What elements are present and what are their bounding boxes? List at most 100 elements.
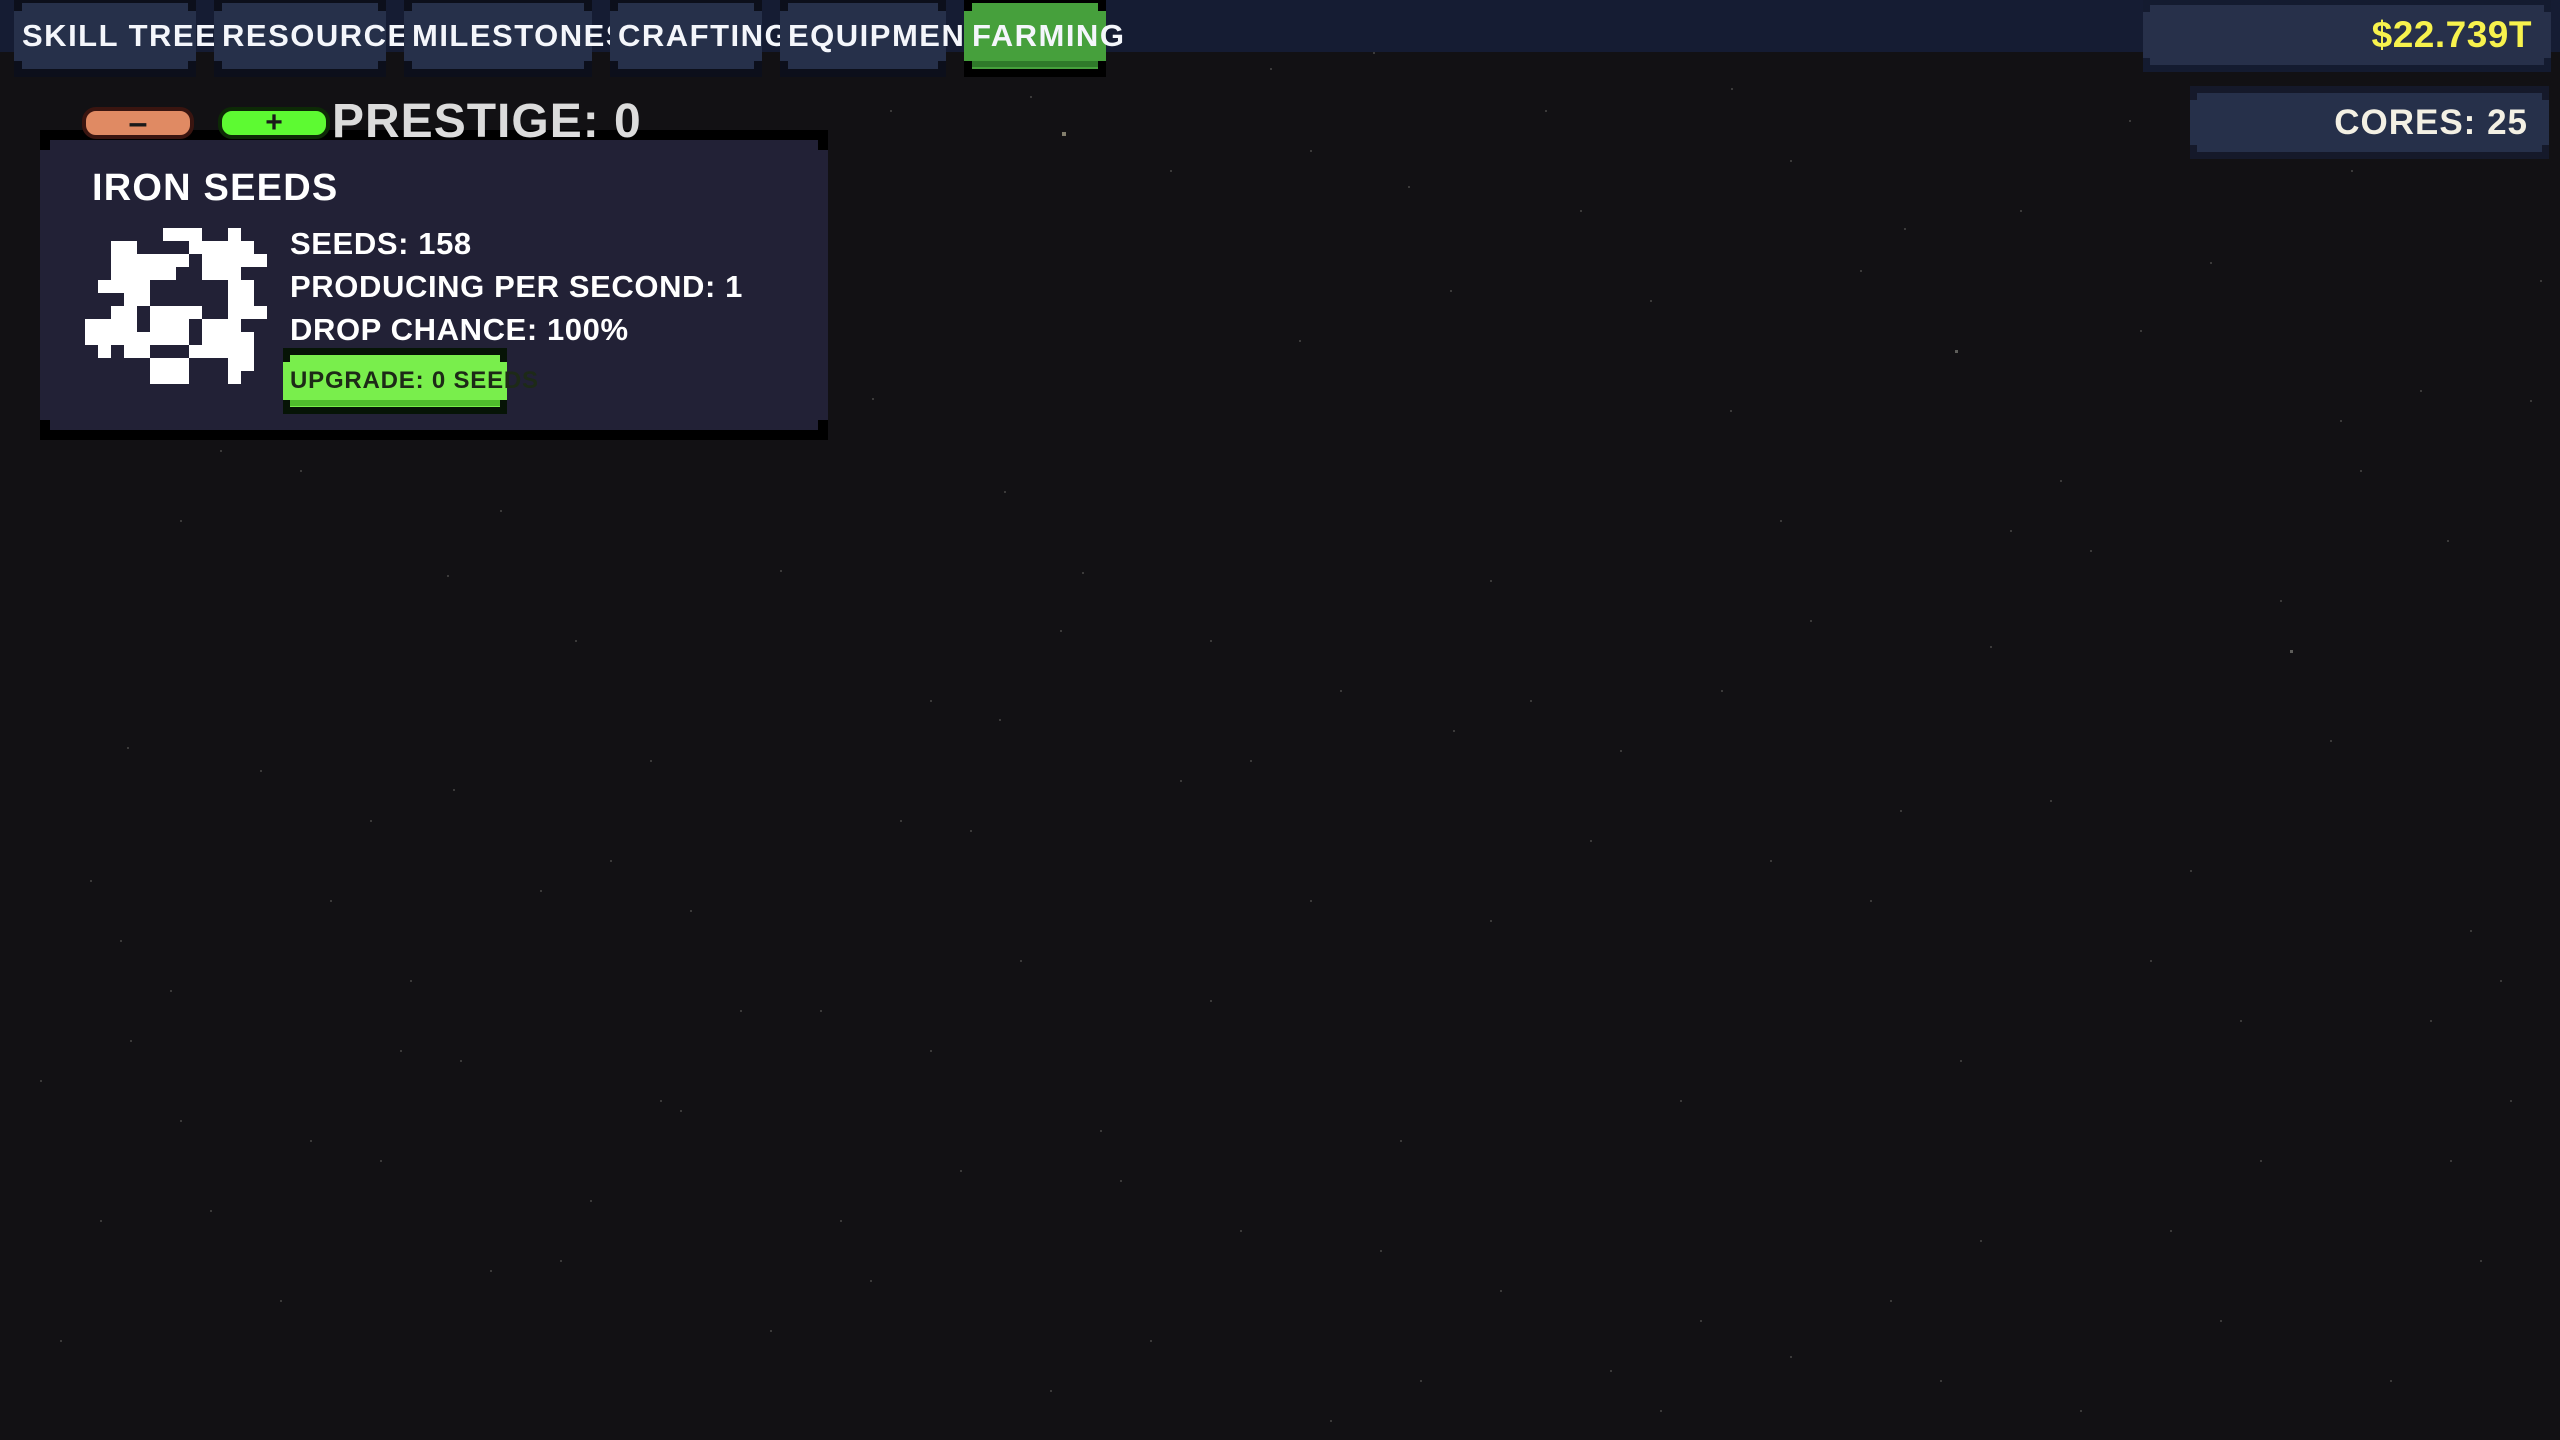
- cores-value: CORES: 25: [2334, 103, 2528, 142]
- sprite-pixel: [202, 254, 215, 267]
- sprite-pixel: [163, 254, 176, 267]
- nav-tab-resources[interactable]: RESOURCES: [222, 11, 430, 61]
- star: [447, 575, 449, 577]
- sprite-pixel: [150, 267, 163, 280]
- sprite-pixel: [228, 345, 241, 358]
- star: [740, 1010, 742, 1012]
- star: [1610, 1370, 1612, 1372]
- card-stat-line: SEEDS: 158: [290, 226, 472, 261]
- sprite-pixel: [228, 332, 241, 345]
- star: [1904, 228, 1906, 230]
- star: [453, 789, 455, 791]
- sprite-pixel: [124, 332, 137, 345]
- star: [2340, 420, 2342, 422]
- star: [380, 1160, 382, 1162]
- star: [1020, 960, 1022, 962]
- sprite-pixel: [215, 241, 228, 254]
- star: [180, 520, 182, 522]
- sprite-pixel: [176, 306, 189, 319]
- sprite-pixel: [241, 332, 254, 345]
- prestige-increase-button[interactable]: +: [218, 107, 330, 139]
- star: [280, 1300, 282, 1302]
- star: [220, 450, 222, 452]
- sprite-pixel: [124, 241, 137, 254]
- sprite-pixel: [228, 280, 241, 293]
- star: [1150, 1340, 1152, 1342]
- sprite-pixel: [111, 319, 124, 332]
- sprite-pixel: [176, 254, 189, 267]
- money-panel: $22.739T: [2150, 12, 2544, 58]
- sprite-pixel: [228, 371, 241, 384]
- star: [1980, 1240, 1982, 1242]
- star: [2080, 1410, 2082, 1412]
- star: [650, 760, 652, 762]
- star: [690, 910, 692, 912]
- sprite-pixel: [202, 267, 215, 280]
- star: [1680, 1100, 1682, 1102]
- sprite-pixel: [150, 254, 163, 267]
- star: [1060, 630, 1062, 632]
- sprite-pixel: [124, 293, 137, 306]
- star: [1790, 160, 1792, 162]
- star: [2420, 390, 2422, 392]
- star: [2510, 1100, 2512, 1102]
- star: [1700, 1320, 1702, 1322]
- sprite-pixel: [241, 254, 254, 267]
- star: [1590, 840, 1592, 842]
- star: [1530, 700, 1532, 702]
- sprite-pixel: [202, 345, 215, 358]
- star: [1940, 1380, 1942, 1382]
- sprite-pixel: [176, 228, 189, 241]
- sprite-pixel: [241, 280, 254, 293]
- star: [575, 640, 577, 642]
- upgrade-button[interactable]: UPGRADE: 0 SEEDS: [290, 362, 538, 406]
- star: [660, 1100, 662, 1102]
- star: [500, 510, 502, 512]
- nav-tab-farming[interactable]: FARMING: [972, 11, 1124, 67]
- star: [2150, 960, 2152, 962]
- sprite-pixel: [98, 332, 111, 345]
- star: [2060, 480, 2062, 482]
- sprite-pixel: [124, 267, 137, 280]
- star: [1450, 290, 1452, 292]
- top-nav-bar: SKILL TREE RESOURCES MILESTONES CRAFTING EQU…: [0, 0, 2560, 67]
- nav-tab-skill-tree[interactable]: SKILL TREE: [22, 11, 216, 61]
- star: [2330, 740, 2332, 742]
- star: [2530, 400, 2532, 402]
- cores-panel: CORES: 25: [2197, 100, 2542, 145]
- star: [2290, 650, 2293, 653]
- star: [1860, 270, 1862, 272]
- star: [300, 470, 302, 472]
- nav-tab-milestones[interactable]: MILESTONES: [412, 11, 626, 61]
- iron-seed-sprite: [85, 228, 267, 408]
- star: [1580, 210, 1582, 212]
- sprite-pixel: [241, 293, 254, 306]
- star: [1453, 730, 1455, 732]
- star: [1100, 1130, 1102, 1132]
- card-stat-line: PRODUCING PER SECOND: 1: [290, 269, 744, 304]
- star: [127, 747, 129, 749]
- sprite-pixel: [228, 228, 241, 241]
- card-stat-line: DROP CHANCE: 100%: [290, 312, 629, 347]
- star: [560, 1260, 562, 1262]
- star: [1490, 580, 1492, 582]
- star: [1250, 760, 1252, 762]
- sprite-pixel: [163, 332, 176, 345]
- sprite-pixel: [215, 267, 228, 280]
- star: [1960, 1060, 1962, 1062]
- sprite-pixel: [124, 254, 137, 267]
- sprite-pixel: [202, 241, 215, 254]
- star: [2447, 540, 2449, 542]
- star: [2190, 870, 2192, 872]
- nav-tab-equipment[interactable]: EQUIPMENT: [788, 11, 986, 61]
- nav-tab-label: EQUIPMENT: [788, 18, 986, 53]
- card-title: IRON SEEDS: [92, 167, 339, 209]
- star: [90, 880, 92, 882]
- sprite-pixel: [111, 267, 124, 280]
- star: [1620, 750, 1622, 752]
- prestige-decrease-button[interactable]: –: [82, 106, 194, 140]
- iron-seeds-card[interactable]: IRON SEEDS SEEDS: 158 PRODUCING PER SECON…: [50, 150, 818, 420]
- nav-tab-crafting[interactable]: CRAFTING: [618, 11, 789, 61]
- star: [870, 1280, 872, 1282]
- star: [640, 430, 642, 432]
